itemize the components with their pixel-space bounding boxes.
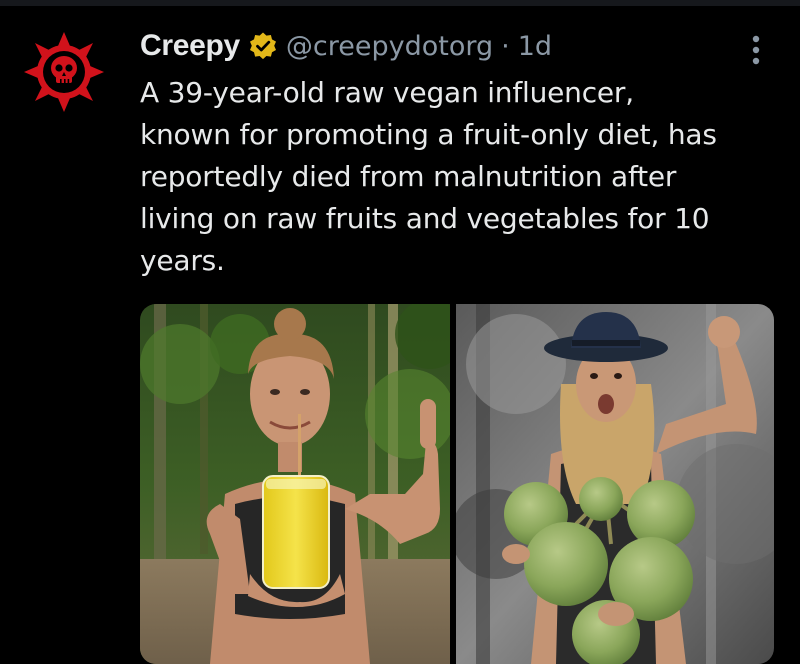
tweet-header: Creepy @creepydotorg · 1d — [140, 26, 552, 66]
media-grid — [140, 304, 774, 664]
display-name[interactable]: Creepy — [140, 29, 240, 63]
verified-badge-icon — [248, 31, 278, 61]
tweet-text: A 39-year-old raw vegan influencer, know… — [140, 76, 717, 277]
user-handle[interactable]: @creepydotorg — [286, 31, 493, 62]
top-divider — [0, 0, 800, 6]
separator-dot: · — [501, 30, 510, 62]
avatar[interactable] — [22, 30, 106, 114]
photo-woman-holding-juice[interactable] — [140, 304, 450, 664]
red-skull-logo-icon — [24, 32, 104, 112]
photo-woman-holding-coconuts[interactable] — [456, 304, 774, 664]
more-options-icon[interactable] — [742, 30, 770, 70]
post-time[interactable]: 1d — [518, 31, 552, 62]
